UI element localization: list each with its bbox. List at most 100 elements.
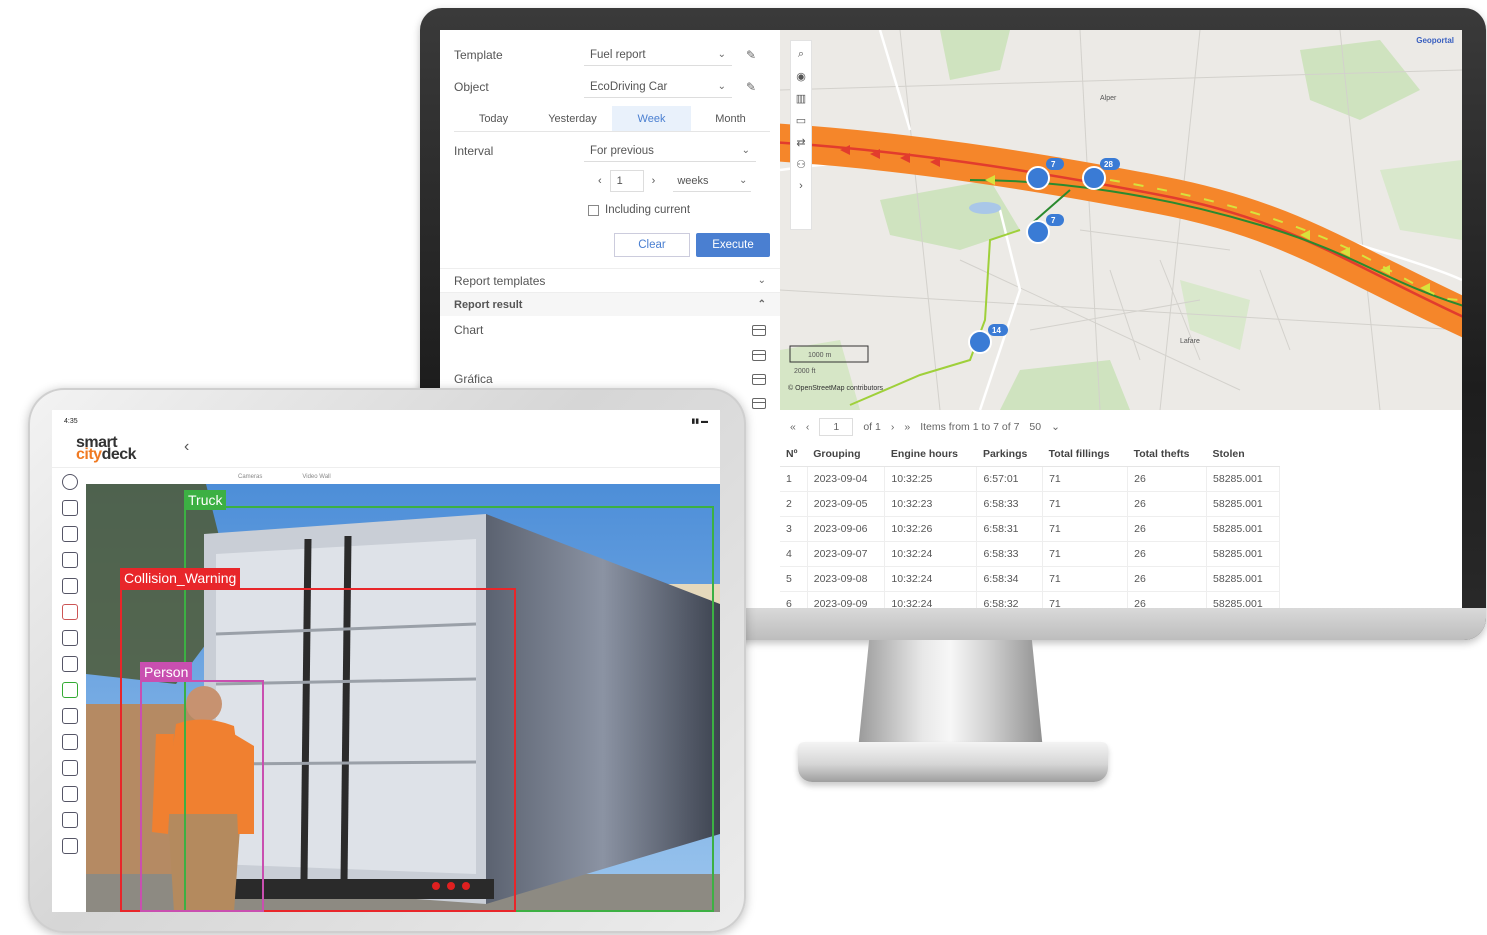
template-value: Fuel report [590,48,646,61]
interval-unit-select[interactable]: weeks ⌄ [673,170,752,192]
record-icon[interactable] [62,604,78,620]
column-header[interactable]: Engine hours [884,442,977,467]
table-row[interactable]: 3 2023-09-06 10:32:26 6:58:31 71 26 58285.001 [780,516,1280,542]
last-page-icon[interactable]: » [904,421,910,433]
eye-icon[interactable]: ◉ [794,69,808,83]
vehicle-icon[interactable] [62,656,78,672]
nodes-icon[interactable]: ⚇ [794,157,808,171]
list-icon[interactable] [62,734,78,750]
first-page-icon[interactable]: « [790,421,796,433]
camera-icon[interactable] [62,500,78,516]
interval-select[interactable]: For previous ⌄ [584,140,756,162]
tab-today[interactable]: Today [454,106,533,131]
view-tabs: Cameras Video Wall [238,474,331,480]
list-icon[interactable] [62,838,78,854]
ruler-icon[interactable]: ▭ [794,113,808,127]
camera-feed[interactable]: Truck Collision_Warning Person [86,484,720,912]
grid-icon[interactable] [62,630,78,646]
tab-month[interactable]: Month [691,106,770,131]
template-row: Template Fuel report ⌄ ✎ [454,44,756,66]
track-map[interactable]: 7 28 7 14 1000 m 2000 ft Lafare Alper © … [780,30,1462,410]
smartcitydeck-logo[interactable]: smart citydeck [76,435,137,463]
execute-button[interactable]: Execute [696,233,770,257]
result-item[interactable] [440,343,780,367]
chevron-right-icon[interactable]: › [794,179,808,193]
map-canvas: 7 28 7 14 1000 m 2000 ft Lafare Alper [780,30,1462,410]
interval-unit-value: weeks [677,174,709,187]
page-input[interactable]: 1 [819,418,854,436]
route-icon[interactable]: ⇄ [794,135,808,149]
alert-icon[interactable] [62,474,78,490]
column-header[interactable]: Total thefts [1127,442,1207,467]
battery-icon: ▮▮ ▬ [691,418,708,425]
place-label: Lafare [1180,338,1200,345]
chevron-down-icon: ⌄ [717,49,726,60]
chevron-down-icon: ⌄ [757,275,766,286]
table-cell: 58285.001 [1206,491,1280,517]
pin-icon[interactable]: ✎ [746,48,756,62]
report-templates-label: Report templates [454,273,546,288]
interval-count-input[interactable]: 1 [609,170,644,192]
column-header[interactable]: Total fillings [1042,442,1128,467]
template-label: Template [454,48,503,62]
result-item-chart[interactable]: Chart [440,318,780,342]
camera-icon[interactable] [62,578,78,594]
report-result-section[interactable]: Report result ⌃ [440,292,780,316]
chevron-down-icon[interactable]: ⌄ [1051,421,1060,433]
table-cell: 26 [1127,516,1208,542]
column-header[interactable]: Nº [780,442,808,467]
person-detection-box[interactable] [140,680,264,912]
including-current-checkbox[interactable] [588,204,599,216]
settings-icon[interactable] [62,682,78,698]
table-cell: 6:58:31 [976,516,1044,542]
table-cell: 6:58:33 [976,541,1044,567]
list-icon[interactable] [62,812,78,828]
table-row[interactable]: 2 2023-09-05 10:32:23 6:58:33 71 26 58285.001 [780,491,1280,517]
including-current-row[interactable]: Including current [588,204,690,216]
chevron-up-icon: ⌃ [757,299,766,310]
prev-page-icon[interactable]: ‹ [806,421,810,433]
map-attribution[interactable]: © OpenStreetMap contributors [788,385,883,392]
per-page-select[interactable]: 50 [1029,421,1041,433]
report-templates-section[interactable]: Report templates ⌄ [440,268,780,292]
list-icon[interactable] [62,786,78,802]
table-row[interactable]: 4 2023-09-07 10:32:24 6:58:33 71 26 58285.001 [780,541,1280,567]
template-select[interactable]: Fuel report ⌄ [584,44,732,66]
table-cell: 10:32:25 [884,466,978,492]
table-row[interactable]: 6 2023-09-09 10:32:24 6:58:32 71 26 58285.001 [780,591,1280,608]
tab-cameras[interactable]: Cameras [238,474,262,480]
increment-icon[interactable]: › [652,175,656,187]
map-provider-link[interactable]: Geoportal [1416,36,1454,45]
tab-week[interactable]: Week [612,106,691,131]
column-header[interactable]: Grouping [807,442,885,467]
list-icon[interactable] [62,552,78,568]
table-row[interactable]: 5 2023-09-08 10:32:24 6:58:34 71 26 58285.001 [780,566,1280,592]
tab-yesterday[interactable]: Yesterday [533,106,612,131]
layers-icon[interactable]: ▥ [794,91,808,105]
list-icon[interactable] [62,526,78,542]
tab-video-wall[interactable]: Video Wall [302,474,330,480]
table-icon [752,397,766,409]
logo-city: city [76,446,102,463]
map-toolbar: ⌕ ◉ ▥ ▭ ⇄ ⚇ › [790,40,812,230]
decrement-icon[interactable]: ‹ [598,175,602,187]
column-header[interactable]: Parkings [976,442,1043,467]
clear-button[interactable]: Clear [614,233,690,257]
column-header[interactable]: Stolen [1206,442,1280,467]
list-icon[interactable] [62,708,78,724]
next-page-icon[interactable]: › [891,421,895,433]
table-cell: 26 [1127,541,1208,567]
object-row: Object EcoDriving Car ⌄ ✎ [454,76,756,98]
pin-icon[interactable]: ✎ [746,80,756,94]
table-cell: 6:58:34 [976,566,1044,592]
table-cell: 3 [780,516,808,542]
object-select[interactable]: EcoDriving Car ⌄ [584,76,732,98]
table-cell: 71 [1042,566,1129,592]
list-icon[interactable] [62,760,78,776]
status-time: 4:35 [64,417,78,425]
search-icon[interactable]: ⌕ [794,47,808,61]
chevron-left-icon[interactable]: ‹ [184,438,189,456]
table-icon [752,349,766,361]
report-table: Nº Grouping Engine hours Parkings Total … [780,442,1280,608]
table-row[interactable]: 1 2023-09-04 10:32:25 6:57:01 71 26 58285.001 [780,466,1280,492]
